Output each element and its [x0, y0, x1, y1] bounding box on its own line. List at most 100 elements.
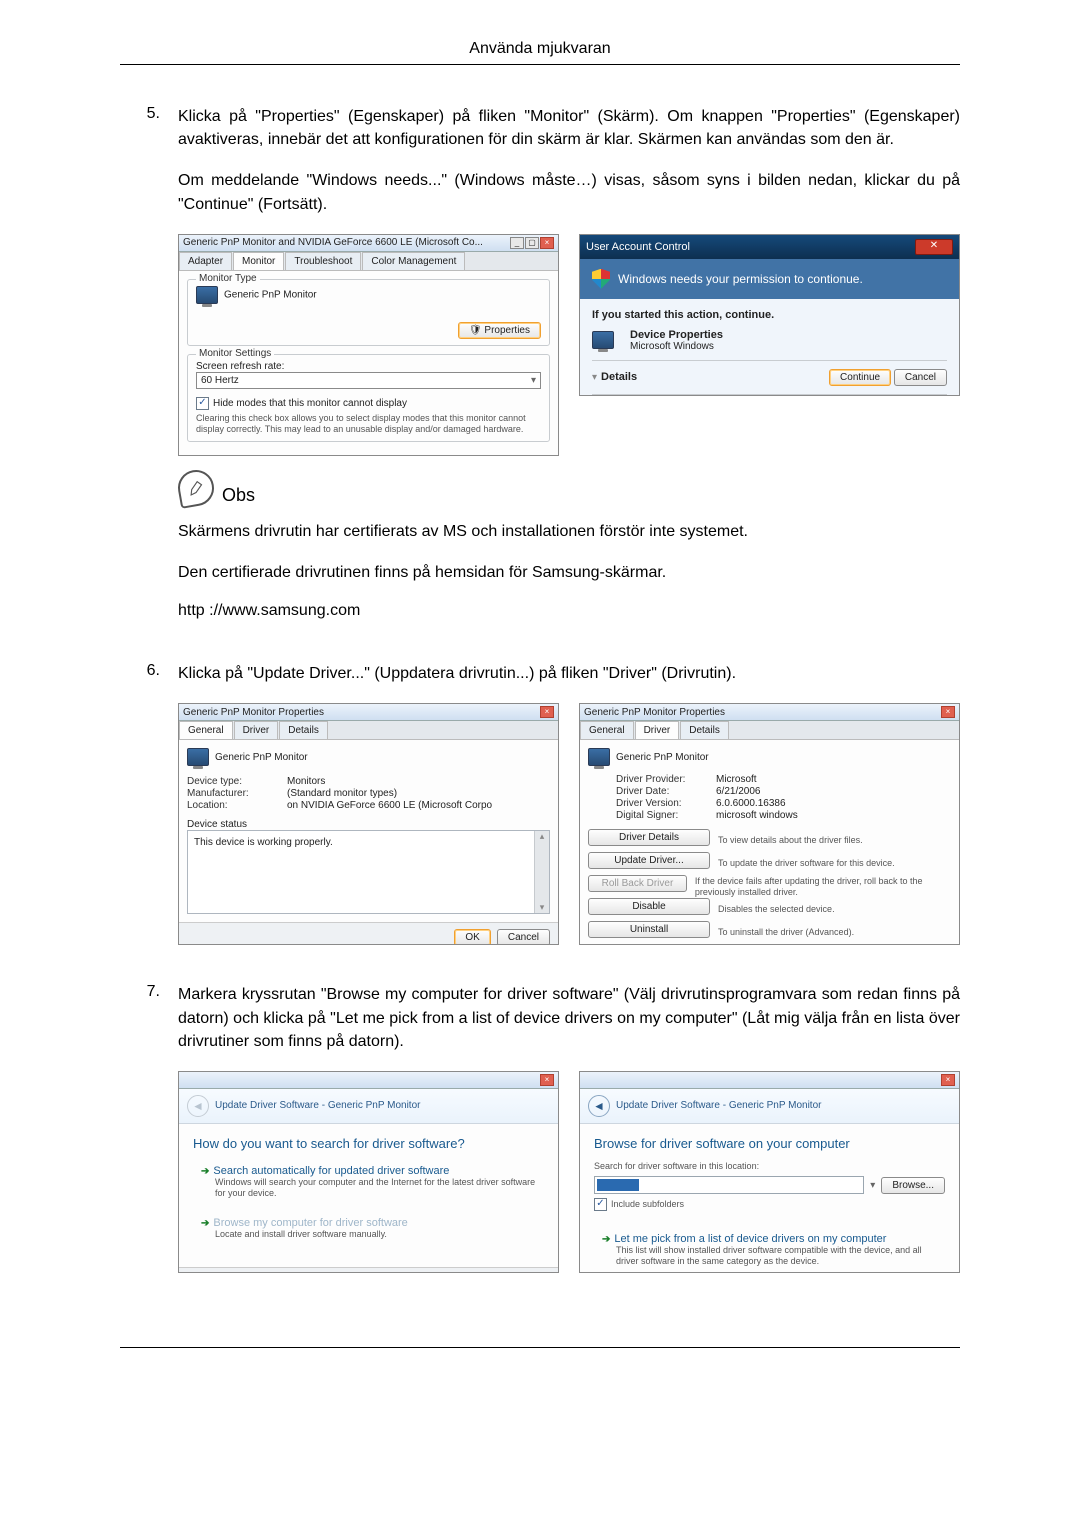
tab-troubleshoot[interactable]: Troubleshoot	[285, 252, 361, 270]
note-icon	[175, 467, 217, 509]
breadcrumb: Update Driver Software - Generic PnP Mon…	[215, 1100, 420, 1111]
hide-modes-checkbox[interactable]: ✓	[196, 397, 209, 410]
disable-desc: Disables the selected device.	[718, 904, 835, 915]
titlebar: Generic PnP Monitor and NVIDIA GeForce 6…	[179, 235, 558, 252]
tab-monitor[interactable]: Monitor	[233, 252, 284, 270]
note-heading: Obs	[178, 470, 960, 506]
shield-icon	[592, 269, 610, 289]
close-button[interactable]: ×	[540, 1074, 554, 1086]
dialog-device-general: Generic PnP Monitor Properties × General…	[178, 703, 559, 945]
device-status-box: This device is working properly. ▴▾	[187, 830, 550, 914]
continue-button[interactable]: Continue	[829, 369, 891, 386]
window-title: Generic PnP Monitor Properties	[584, 707, 725, 718]
group-legend: Monitor Type	[196, 273, 260, 284]
step-5-para-1: Klicka på "Properties" (Egenskaper) på f…	[178, 105, 960, 151]
driver-date-label: Driver Date:	[616, 786, 706, 797]
driver-details-button[interactable]: Driver Details	[588, 829, 710, 846]
refresh-rate-select[interactable]: 60 Hertz	[196, 372, 541, 389]
include-subfolders-checkbox[interactable]: ✓	[594, 1198, 607, 1211]
close-button[interactable]: ×	[941, 706, 955, 718]
window-title: User Account Control	[586, 241, 690, 253]
arrow-icon: ➔	[201, 1166, 209, 1177]
option-let-me-pick[interactable]: ➔ Let me pick from a list of device drive…	[600, 1229, 939, 1272]
rollback-driver-button[interactable]: Roll Back Driver	[588, 875, 687, 892]
group-legend: Monitor Settings	[196, 348, 274, 359]
cancel-button[interactable]: Cancel	[497, 929, 550, 945]
hide-modes-label: Hide modes that this monitor cannot disp…	[213, 398, 407, 409]
window-buttons: _▢×	[509, 237, 554, 249]
location-label: Location:	[187, 800, 277, 811]
update-driver-button[interactable]: Update Driver...	[588, 852, 710, 869]
ok-button[interactable]: OK	[454, 929, 490, 945]
option-desc: Windows will search your computer and th…	[215, 1177, 536, 1200]
properties-button[interactable]: 🛡 Properties	[458, 322, 541, 339]
page-header: Använda mjukvaran	[120, 40, 960, 65]
titlebar: User Account Control ✕	[580, 235, 959, 259]
device-status-text: This device is working properly.	[194, 837, 333, 848]
uninstall-button[interactable]: Uninstall	[588, 921, 710, 938]
option-search-auto[interactable]: ➔Search automatically for updated driver…	[199, 1161, 538, 1204]
close-button[interactable]: ✕	[915, 239, 953, 255]
option-desc: Locate and install driver software manua…	[215, 1229, 536, 1240]
close-button[interactable]: ×	[540, 237, 554, 249]
monitor-type-value: Generic PnP Monitor	[196, 286, 317, 304]
note-p2: Den certifierade drivrutinen finns på he…	[178, 561, 960, 584]
step-5-screenshots: Generic PnP Monitor and NVIDIA GeForce 6…	[178, 234, 960, 456]
step-number: 5.	[120, 105, 178, 123]
wizard-heading: Browse for driver software on your compu…	[594, 1136, 945, 1151]
uac-headline: Windows needs your permission to contion…	[618, 272, 863, 286]
step-5: 5. Klicka på "Properties" (Egenskaper) p…	[120, 105, 960, 638]
footer-rule	[120, 1347, 960, 1348]
tab-details[interactable]: Details	[279, 721, 328, 739]
location-combobox[interactable]	[594, 1176, 864, 1194]
monitor-icon	[588, 748, 610, 766]
uac-program-publisher: Microsoft Windows	[630, 341, 723, 352]
note-url: http ://www.samsung.com	[178, 602, 960, 620]
manufacturer-label: Manufacturer:	[187, 788, 277, 799]
wizard-heading: How do you want to search for driver sof…	[193, 1136, 544, 1151]
dialog-update-driver-search: × ◄ Update Driver Software - Generic PnP…	[178, 1071, 559, 1273]
hide-modes-row: ✓ Hide modes that this monitor cannot dis…	[196, 397, 541, 410]
window-title: Generic PnP Monitor and NVIDIA GeForce 6…	[183, 237, 483, 248]
tab-details[interactable]: Details	[680, 721, 729, 739]
location-value: on NVIDIA GeForce 6600 LE (Microsoft Cor…	[287, 800, 492, 811]
tab-color-management[interactable]: Color Management	[362, 252, 465, 270]
option-browse-computer[interactable]: ➔Browse my computer for driver software …	[199, 1213, 538, 1244]
arrow-icon: ➔	[602, 1234, 610, 1245]
cancel-button[interactable]: Cancel	[894, 369, 947, 386]
option-label: Let me pick from a list of device driver…	[614, 1233, 886, 1245]
step-7: 7. Markera kryssrutan "Browse my compute…	[120, 983, 960, 1287]
chevron-down-icon: ▾	[592, 372, 597, 383]
scrollbar[interactable]: ▴▾	[534, 831, 549, 913]
maximize-button[interactable]: ▢	[525, 237, 539, 249]
tab-driver[interactable]: Driver	[635, 721, 680, 739]
window-title: Generic PnP Monitor Properties	[183, 707, 324, 718]
close-button[interactable]: ×	[540, 706, 554, 718]
option-desc: This list will show installed driver sof…	[616, 1245, 937, 1268]
device-name: Generic PnP Monitor	[616, 752, 709, 763]
browse-button[interactable]: Browse...	[881, 1177, 945, 1194]
tab-driver[interactable]: Driver	[234, 721, 279, 739]
minimize-button[interactable]: _	[510, 237, 524, 249]
uninstall-desc: To uninstall the driver (Advanced).	[718, 927, 854, 938]
step-6-screenshots: Generic PnP Monitor Properties × General…	[178, 703, 960, 945]
uac-headline-band: Windows needs your permission to contion…	[580, 259, 959, 299]
details-toggle[interactable]: Details	[601, 371, 637, 383]
driver-version-value: 6.0.6000.16386	[716, 798, 786, 809]
search-location-label: Search for driver software in this locat…	[594, 1161, 945, 1172]
step-6-para-1: Klicka på "Update Driver..." (Uppdatera …	[178, 662, 960, 685]
back-button[interactable]: ◄	[588, 1095, 610, 1117]
digital-signer-label: Digital Signer:	[616, 810, 706, 821]
dialog-update-driver-browse: × ◄ Update Driver Software - Generic PnP…	[579, 1071, 960, 1273]
uac-program-name: Device Properties	[630, 329, 723, 341]
tab-adapter[interactable]: Adapter	[179, 252, 232, 270]
tab-general[interactable]: General	[580, 721, 634, 739]
back-button[interactable]: ◄	[187, 1095, 209, 1117]
monitor-icon	[187, 748, 209, 766]
titlebar: Generic PnP Monitor Properties ×	[179, 704, 558, 721]
device-status-legend: Device status	[187, 819, 550, 830]
close-button[interactable]: ×	[941, 1074, 955, 1086]
disable-button[interactable]: Disable	[588, 898, 710, 915]
tab-general[interactable]: General	[179, 721, 233, 739]
refresh-rate-label: Screen refresh rate:	[196, 361, 541, 372]
